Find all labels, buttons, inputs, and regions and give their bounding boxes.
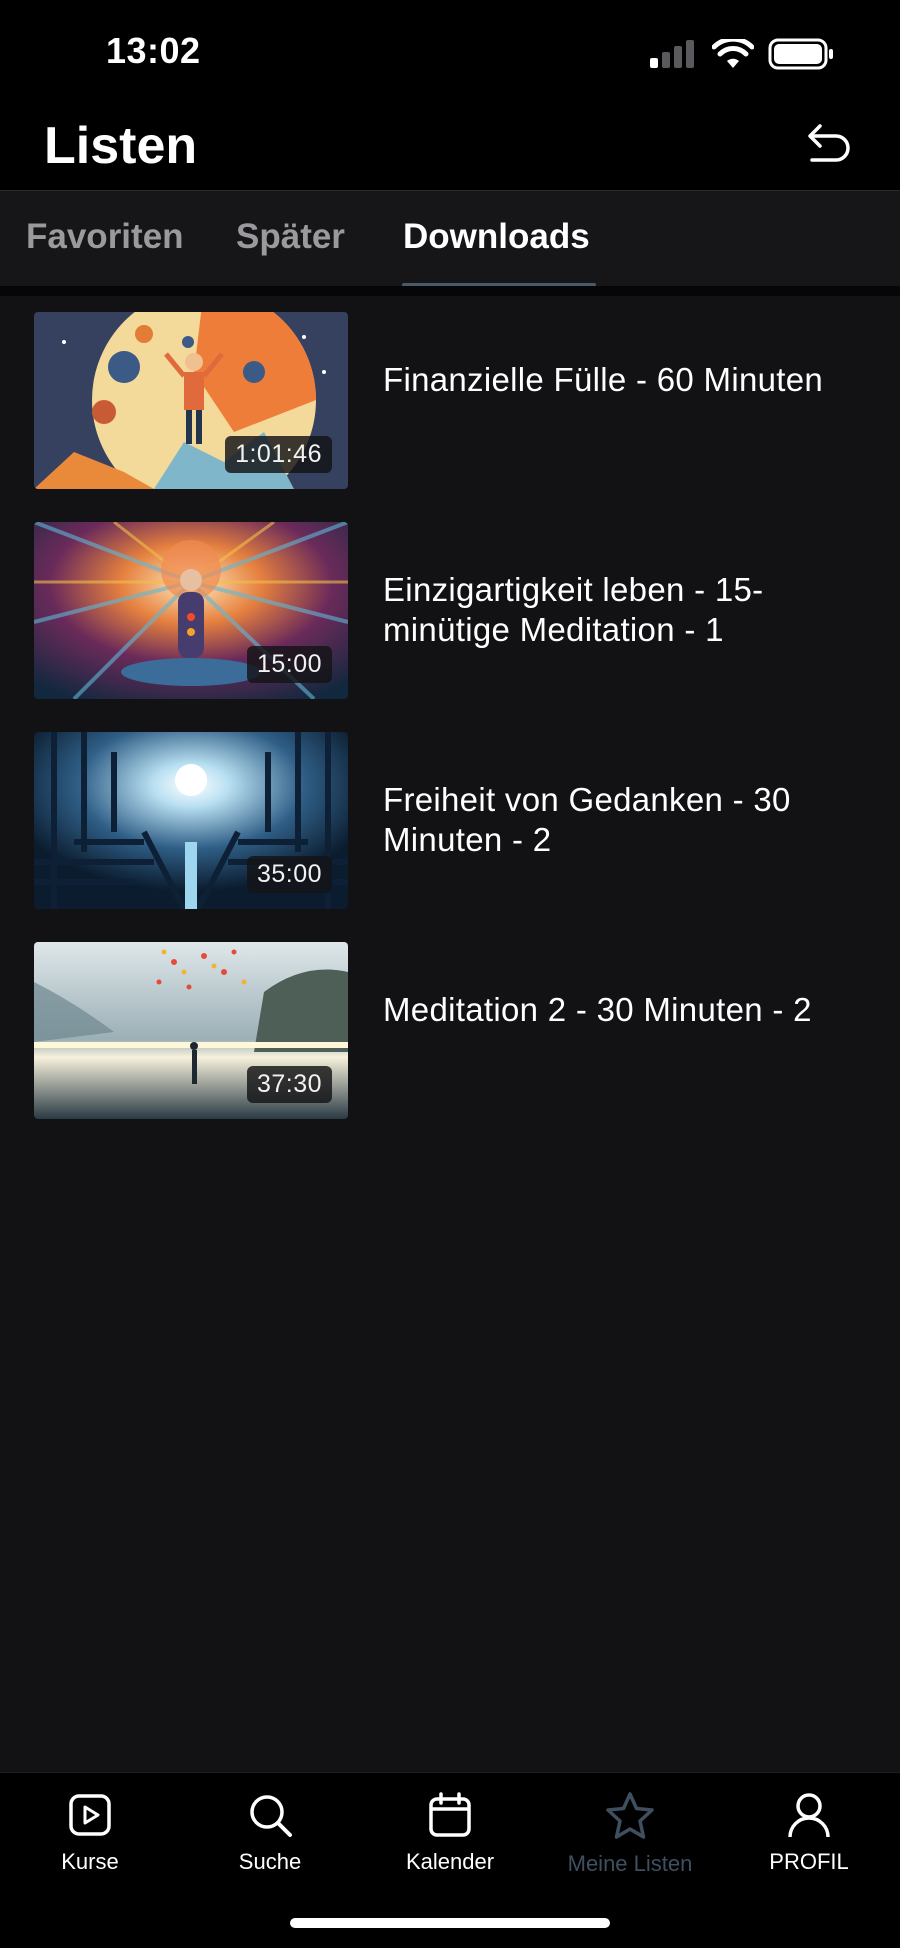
- tab-downloads[interactable]: Downloads: [403, 217, 590, 257]
- status-icons: [650, 38, 834, 70]
- item-title[interactable]: Meditation 2 - 30 Minuten - 2: [383, 990, 863, 1030]
- nav-label: Kalender: [405, 1849, 495, 1874]
- item-title[interactable]: Freiheit von Gedanken - 30 Minuten - 2: [383, 780, 863, 860]
- duration-badge: 35:00: [246, 856, 332, 893]
- user-icon: [788, 1793, 830, 1838]
- header: Listen: [0, 100, 900, 190]
- status-bar: 13:02: [0, 0, 900, 100]
- cellular-signal-icon: [650, 40, 694, 68]
- tab-spaeter[interactable]: Später: [236, 217, 345, 257]
- video-thumbnail[interactable]: 35:00: [34, 732, 348, 909]
- video-thumbnail[interactable]: 1:01:46: [34, 312, 348, 489]
- back-arrow-icon: [808, 124, 850, 162]
- duration-badge: 1:01:46: [225, 436, 332, 473]
- nav-profil[interactable]: PROFIL: [734, 1791, 884, 1875]
- nav-label: Meine Listen: [567, 1851, 693, 1876]
- list-item[interactable]: 1:01:46 Finanzielle Fülle - 60 Minuten: [0, 296, 900, 489]
- list-item[interactable]: 35:00 Freiheit von Gedanken - 30 Minuten…: [0, 716, 900, 909]
- home-indicator: [290, 1918, 610, 1928]
- page-title: Listen: [44, 117, 198, 175]
- video-thumbnail[interactable]: 15:00: [34, 522, 348, 699]
- star-icon: [606, 1792, 654, 1839]
- duration-badge: 37:30: [246, 1066, 332, 1103]
- battery-icon: [768, 38, 833, 70]
- search-icon: [250, 1795, 292, 1837]
- back-button[interactable]: [804, 118, 856, 170]
- nav-label: PROFIL: [769, 1849, 849, 1874]
- nav-kurse[interactable]: Kurse: [15, 1791, 165, 1875]
- divider: [0, 286, 900, 296]
- play-square-icon: [69, 1794, 111, 1836]
- nav-label: Suche: [238, 1849, 302, 1874]
- nav-label: Kurse: [61, 1849, 119, 1874]
- nav-meine-listen[interactable]: Meine Listen: [555, 1791, 705, 1877]
- nav-kalender[interactable]: Kalender: [375, 1791, 525, 1875]
- tab-bar: Favoriten Später Downloads: [0, 190, 900, 287]
- status-time: 13:02: [106, 30, 201, 71]
- item-title[interactable]: Finanzielle Fülle - 60 Minuten: [383, 360, 863, 400]
- calendar-icon: [429, 1792, 471, 1837]
- video-thumbnail[interactable]: 37:30: [34, 942, 348, 1119]
- tab-favoriten[interactable]: Favoriten: [26, 217, 184, 257]
- duration-badge: 15:00: [246, 646, 332, 683]
- list-item[interactable]: 15:00 Einzigartigkeit leben - 15-minütig…: [0, 506, 900, 699]
- list-item[interactable]: 37:30 Meditation 2 - 30 Minuten - 2: [0, 926, 900, 1119]
- item-title[interactable]: Einzigartigkeit leben - 15-minütige Medi…: [383, 570, 863, 650]
- nav-suche[interactable]: Suche: [195, 1791, 345, 1875]
- wifi-icon: [712, 39, 754, 68]
